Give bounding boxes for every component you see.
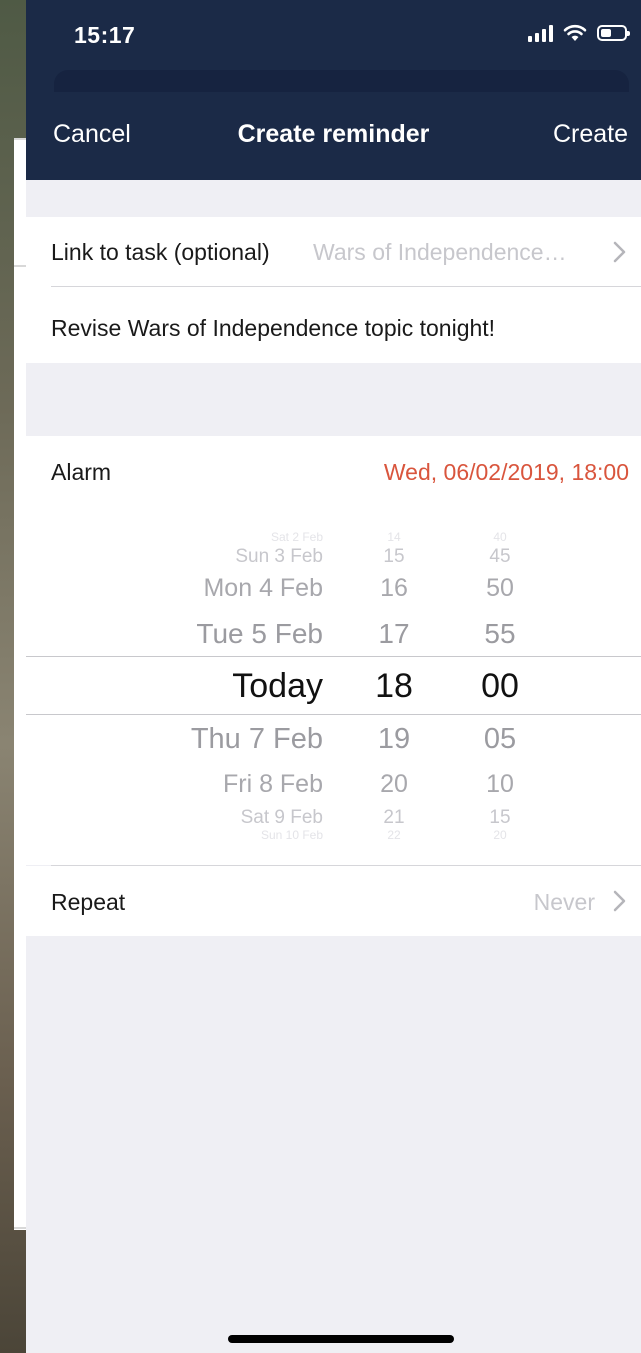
picker-minute-option[interactable]: 05	[470, 723, 530, 756]
status-icons	[528, 24, 630, 42]
picker-minute-option[interactable]: 20	[470, 828, 530, 842]
status-time: 15:17	[74, 22, 136, 48]
picker-hour-option[interactable]: 16	[364, 574, 424, 603]
background-app	[0, 0, 26, 1353]
picker-date-selected[interactable]: Today	[232, 667, 323, 706]
picker-selection-bottom	[26, 714, 641, 715]
picker-hour-option[interactable]: 22	[364, 828, 424, 842]
chevron-right-icon	[613, 890, 626, 912]
repeat-row[interactable]: Repeat Never	[26, 866, 641, 936]
link-task-row[interactable]: Link to task (optional) Wars of Independ…	[26, 217, 641, 287]
background-app-panel	[14, 140, 26, 1230]
picker-minute-option[interactable]: 45	[470, 546, 530, 568]
picker-hour-selected[interactable]: 18	[364, 667, 424, 706]
alarm-label: Alarm	[51, 459, 112, 485]
background-divider	[14, 1227, 26, 1229]
picker-minute-option[interactable]: 15	[470, 807, 530, 829]
nav-bar: 15:17 Cancel Create reminder Create	[26, 0, 641, 180]
picker-hour-option[interactable]: 15	[364, 546, 424, 568]
sheet-grabber	[54, 70, 629, 92]
home-indicator[interactable]	[228, 1335, 454, 1343]
create-reminder-sheet: 15:17 Cancel Create reminder Create Link…	[26, 0, 641, 1353]
repeat-label: Repeat	[51, 889, 126, 915]
picker-date-option[interactable]: Thu 7 Feb	[191, 723, 323, 756]
chevron-right-icon	[613, 241, 626, 263]
picker-minute-option[interactable]: 50	[470, 574, 530, 603]
note-row[interactable]: Revise Wars of Independence topic tonigh…	[26, 287, 641, 363]
picker-minute-option[interactable]: 40	[470, 530, 530, 544]
picker-date-option[interactable]: Sun 10 Feb	[261, 828, 323, 842]
background-divider	[14, 265, 26, 267]
alarm-row[interactable]: Alarm Wed, 06/02/2019, 18:00	[26, 436, 641, 506]
picker-hour-option[interactable]: 14	[364, 530, 424, 544]
background-divider	[14, 138, 26, 140]
battery-icon	[597, 25, 630, 41]
picker-date-option[interactable]: Tue 5 Feb	[196, 618, 323, 650]
reminder-note-field[interactable]: Revise Wars of Independence topic tonigh…	[51, 315, 495, 342]
picker-minute-selected[interactable]: 00	[470, 667, 530, 706]
picker-hour-option[interactable]: 21	[364, 807, 424, 829]
picker-date-option[interactable]: Sat 9 Feb	[241, 807, 323, 829]
picker-minute-option[interactable]: 10	[470, 770, 530, 799]
picker-minute-option[interactable]: 55	[470, 618, 530, 650]
create-button[interactable]: Create	[553, 120, 628, 149]
picker-date-option[interactable]: Sat 2 Feb	[271, 530, 323, 544]
picker-date-option[interactable]: Sun 3 Feb	[235, 546, 323, 568]
cellular-signal-icon	[528, 24, 553, 42]
picker-hour-option[interactable]: 20	[364, 770, 424, 799]
link-task-label: Link to task (optional)	[51, 239, 270, 265]
wifi-icon	[563, 24, 587, 41]
alarm-value[interactable]: Wed, 06/02/2019, 18:00	[384, 459, 629, 486]
picker-selection-top	[26, 656, 641, 657]
picker-date-option[interactable]: Fri 8 Feb	[223, 770, 323, 799]
link-task-value: Wars of Independence…	[313, 239, 567, 265]
page-title: Create reminder	[237, 120, 430, 148]
picker-date-option[interactable]: Mon 4 Feb	[203, 574, 323, 603]
date-time-picker[interactable]: Sat 2 Feb Sun 3 Feb Mon 4 Feb Tue 5 Feb …	[26, 505, 641, 865]
picker-hour-option[interactable]: 17	[364, 618, 424, 650]
repeat-value: Never	[533, 889, 595, 915]
picker-hour-option[interactable]: 19	[364, 723, 424, 756]
